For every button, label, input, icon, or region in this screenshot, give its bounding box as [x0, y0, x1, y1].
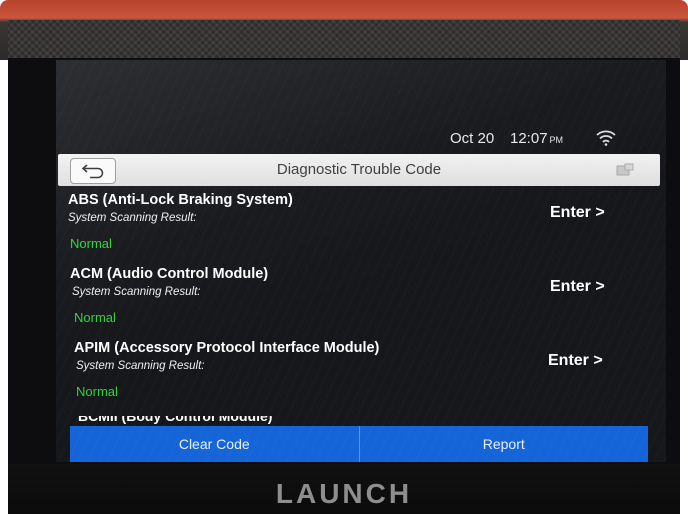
scan-result-value: Normal — [76, 384, 118, 399]
enter-button[interactable]: Enter > — [550, 278, 605, 296]
enter-button[interactable]: Enter > — [550, 204, 605, 222]
wifi-icon — [596, 130, 616, 146]
module-name: ABS (Anti-Lock Braking System) — [68, 192, 293, 208]
module-name: APIM (Accessory Protocol Interface Modul… — [74, 340, 380, 356]
status-date: Oct 20 — [450, 130, 495, 147]
scan-result-label: System Scanning Result: — [72, 286, 201, 298]
menu-icon — [616, 163, 634, 176]
menu-button[interactable] — [614, 160, 636, 180]
status-bar: Oct 20 12:07 PM — [56, 126, 666, 152]
module-name: ACM (Audio Control Module) — [70, 266, 269, 282]
status-time: 12:07 PM — [510, 130, 564, 147]
module-name: BCMII (Body Control Module) — [78, 416, 273, 424]
list-item[interactable]: ACM (Audio Control Module) System Scanni… — [56, 264, 666, 336]
list-item[interactable]: APIM (Accessory Protocol Interface Modul… — [56, 338, 666, 410]
title-bar: Diagnostic Trouble Code — [58, 154, 660, 186]
report-button[interactable]: Report — [360, 426, 649, 462]
device-screen: Oct 20 12:07 PM Diagnostic Trouble Code A… — [56, 60, 666, 462]
scan-result-label: System Scanning Result: — [76, 360, 205, 372]
status-ampm: PM — [549, 135, 564, 145]
list-item[interactable]: ABS (Anti-Lock Braking System) System Sc… — [56, 190, 666, 262]
brand-logo: LAUNCH — [275, 478, 413, 509]
scan-result-value: Normal — [70, 236, 112, 251]
scan-result-label: System Scanning Result: — [68, 212, 197, 224]
device-case-texture — [8, 20, 680, 58]
list-item-partial[interactable]: BCMII (Body Control Module) — [78, 416, 272, 426]
clear-code-button[interactable]: Clear Code — [70, 426, 359, 462]
action-bar: Clear Code Report — [70, 426, 648, 462]
page-title: Diagnostic Trouble Code — [276, 161, 442, 178]
scan-result-value: Normal — [74, 310, 116, 325]
enter-button[interactable]: Enter > — [548, 352, 603, 370]
